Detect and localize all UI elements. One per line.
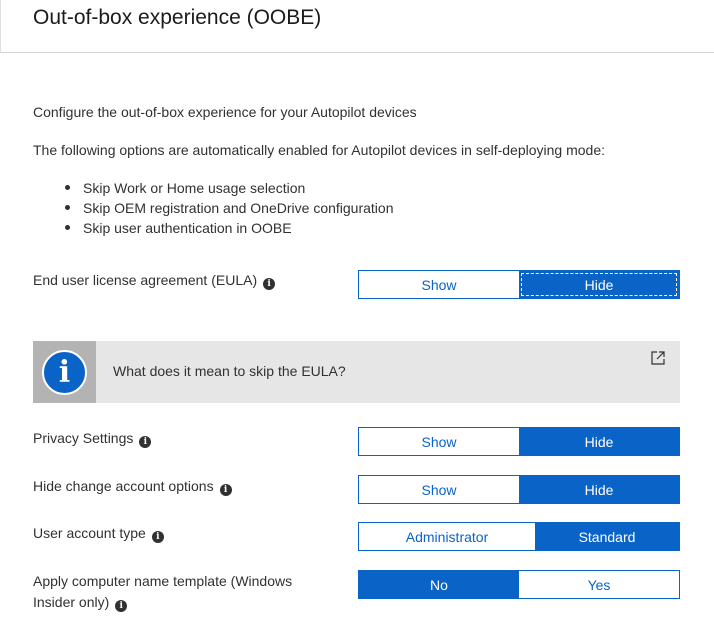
hide-change-account-show-option[interactable]: Show: [359, 476, 519, 503]
info-circle-icon: i: [42, 350, 87, 395]
blade-header: Out-of-box experience (OOBE): [0, 0, 714, 53]
info-icon[interactable]: i: [151, 531, 164, 543]
computer-name-yes-option[interactable]: Yes: [519, 571, 679, 598]
intro-text: Configure the out-of-box experience for …: [33, 104, 417, 120]
user-account-type-label: User account type i: [33, 523, 164, 544]
user-account-type-toggle[interactable]: Administrator Standard: [358, 522, 680, 551]
eula-hide-option[interactable]: Hide: [519, 271, 679, 298]
privacy-settings-toggle[interactable]: Show Hide: [358, 427, 680, 456]
standard-option[interactable]: Standard: [535, 523, 679, 550]
eula-show-option[interactable]: Show: [359, 271, 519, 298]
info-box-icon-area: i: [33, 341, 96, 403]
privacy-hide-option[interactable]: Hide: [519, 428, 679, 455]
list-item: Skip Work or Home usage selection: [62, 178, 393, 198]
info-icon[interactable]: i: [263, 278, 276, 290]
eula-info-box[interactable]: i What does it mean to skip the EULA?: [33, 341, 680, 403]
list-item: Skip OEM registration and OneDrive confi…: [62, 198, 393, 218]
self-deploying-text: The following options are automatically …: [33, 142, 606, 158]
info-icon[interactable]: i: [115, 600, 128, 612]
computer-name-no-option[interactable]: No: [359, 571, 519, 598]
eula-label: End user license agreement (EULA) i: [33, 270, 276, 291]
info-icon[interactable]: i: [219, 484, 232, 496]
eula-toggle[interactable]: Show Hide: [358, 270, 680, 299]
privacy-settings-label: Privacy Settings i: [33, 428, 152, 449]
auto-enabled-options-list: Skip Work or Home usage selection Skip O…: [62, 178, 393, 238]
info-icon[interactable]: i: [139, 436, 152, 448]
computer-name-template-label: Apply computer name template (Windows In…: [33, 573, 293, 612]
info-box-text: What does it mean to skip the EULA?: [113, 363, 346, 379]
external-link-icon[interactable]: [650, 350, 666, 366]
computer-name-template-toggle[interactable]: No Yes: [358, 570, 680, 599]
administrator-option[interactable]: Administrator: [359, 523, 535, 550]
list-item: Skip user authentication in OOBE: [62, 218, 393, 238]
page-title: Out-of-box experience (OOBE): [33, 6, 322, 29]
privacy-show-option[interactable]: Show: [359, 428, 519, 455]
hide-change-account-toggle[interactable]: Show Hide: [358, 475, 680, 504]
hide-change-account-label: Hide change account options i: [33, 476, 232, 497]
hide-change-account-hide-option[interactable]: Hide: [519, 476, 679, 503]
